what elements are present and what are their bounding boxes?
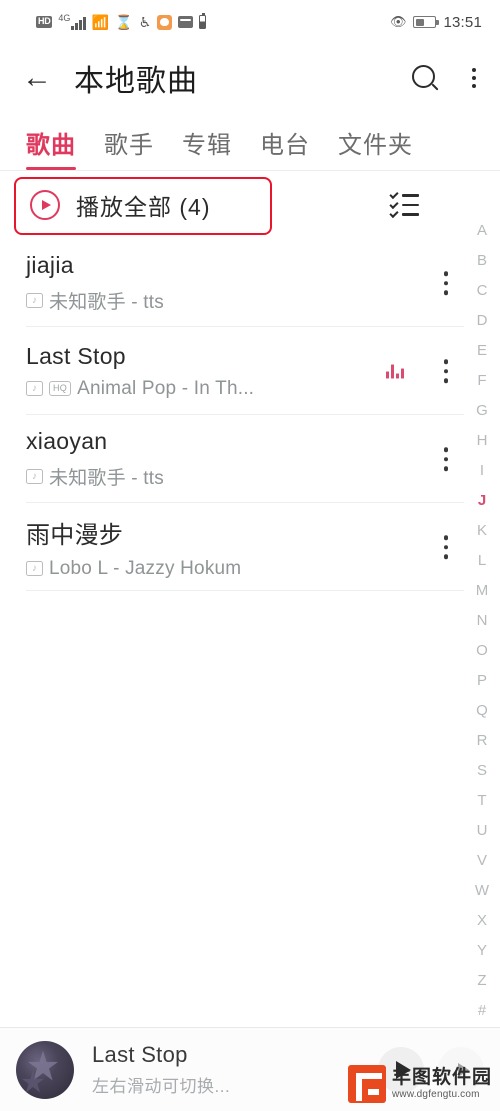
status-bar-clock: 13:51 — [443, 13, 482, 31]
back-arrow-icon[interactable]: ← — [20, 61, 54, 95]
app-bar-actions — [412, 64, 480, 92]
watermark-url: www.dgfengtu.com — [391, 1088, 480, 1100]
accessibility-icon: ♿ — [138, 14, 152, 30]
song-artist: Animal Pop - In Th... — [77, 377, 255, 399]
alpha-index-letter[interactable]: I — [480, 456, 484, 486]
alphabet-index-scrollbar[interactable]: A B C D E F G H I J K L M N O P Q R S T U V W X Y Z # — [464, 216, 500, 1026]
wifi-icon: 📶 — [91, 14, 110, 30]
eye-comfort-icon: 👁 — [389, 14, 407, 29]
alpha-index-letter[interactable]: D — [477, 306, 488, 336]
battery-icon — [413, 16, 439, 28]
song-subtitle: HQ Animal Pop - In Th... — [26, 378, 446, 400]
watermark-text: 丰图软件园 www.dgfengtu.com — [391, 1066, 492, 1100]
song-menu-icon[interactable] — [438, 441, 455, 477]
song-title: Last Stop — [26, 342, 126, 369]
status-bar-left-icons: HD 4G 📶 ⌛ ♿ — [36, 13, 207, 30]
alpha-index-letter[interactable]: M — [476, 576, 489, 606]
watermark: 丰图软件园 www.dgfengtu.com — [347, 1065, 492, 1103]
song-menu-icon[interactable] — [438, 529, 455, 565]
alpha-index-letter[interactable]: P — [477, 666, 487, 696]
multi-select-list-icon[interactable] — [389, 189, 420, 219]
alpha-index-letter[interactable]: K — [477, 516, 487, 546]
song-title: xiaoyan — [26, 428, 108, 454]
now-playing-equalizer-icon — [386, 364, 404, 379]
alpha-index-letter[interactable]: A — [477, 216, 487, 246]
alpha-index-letter[interactable]: J — [478, 486, 486, 516]
tab-albums[interactable]: 专辑 — [182, 125, 232, 170]
song-subtitle: Lobo L - Jazzy Hokum — [26, 558, 446, 580]
song-menu-icon[interactable] — [438, 353, 455, 389]
hd-badge: HD — [36, 16, 53, 28]
alpha-index-letter[interactable]: S — [477, 756, 487, 786]
watermark-logo-icon — [347, 1065, 386, 1103]
signal-strength-bars — [71, 17, 86, 30]
alpha-index-letter[interactable]: Y — [477, 936, 487, 966]
tab-artists[interactable]: 歌手 — [104, 125, 154, 170]
status-bar: HD 4G 📶 ⌛ ♿ 👁 13:51 — [0, 0, 500, 44]
play-all-section: 播放全部 (4) — [0, 171, 500, 239]
song-subtitle: 未知歌手 - tts — [26, 463, 446, 490]
watermark-name: 丰图软件园 — [391, 1066, 492, 1088]
alpha-index-letter[interactable]: G — [476, 396, 488, 426]
song-title: jiajia — [26, 252, 74, 278]
annotation-highlight-box — [14, 177, 272, 235]
tab-bar: 歌曲 歌手 专辑 电台 文件夹 — [0, 112, 500, 170]
status-bar-right-icons: 👁 13:51 — [390, 14, 482, 31]
alpha-index-letter[interactable]: O — [476, 636, 488, 666]
alpha-index-letter[interactable]: C — [477, 276, 488, 306]
tab-folders[interactable]: 文件夹 — [338, 125, 413, 170]
alpha-index-letter[interactable]: Z — [477, 966, 486, 996]
list-item[interactable]: xiaoyan 未知歌手 - tts — [0, 415, 500, 503]
hq-badge: HQ — [49, 381, 72, 396]
search-icon[interactable] — [412, 65, 438, 91]
song-subtitle: 未知歌手 - tts — [26, 287, 446, 314]
network-type-label: 4G — [58, 13, 71, 23]
mini-player-title: Last Stop — [92, 1042, 188, 1067]
song-artist: 未知歌手 - tts — [49, 292, 164, 313]
orange-app-icon — [157, 14, 173, 30]
mini-player-hint: 左右滑动可切换... — [92, 1077, 231, 1096]
song-list: jiajia 未知歌手 - tts Last Stop HQ Animal Po… — [0, 239, 500, 591]
local-file-icon — [26, 561, 43, 576]
tab-songs[interactable]: 歌曲 — [26, 125, 76, 170]
song-artist: Lobo L - Jazzy Hokum — [49, 557, 242, 579]
song-title: 雨中漫步 — [26, 521, 124, 549]
tab-radio[interactable]: 电台 — [260, 125, 310, 170]
song-artist: 未知歌手 - tts — [49, 468, 164, 489]
hourglass-icon: ⌛ — [115, 14, 133, 30]
alpha-index-letter[interactable]: U — [477, 816, 488, 846]
list-item[interactable]: 雨中漫步 Lobo L - Jazzy Hokum — [0, 503, 500, 591]
alpha-index-letter[interactable]: V — [477, 846, 487, 876]
signal-bars-icon: 4G — [58, 14, 86, 30]
alpha-index-letter[interactable]: X — [477, 906, 487, 936]
alpha-index-letter[interactable]: Q — [476, 696, 488, 726]
list-item[interactable]: jiajia 未知歌手 - tts — [0, 239, 500, 327]
local-file-icon — [26, 293, 43, 308]
small-battery-icon — [199, 13, 207, 29]
page-title: 本地歌曲 — [74, 65, 198, 98]
mail-app-icon — [178, 16, 194, 28]
alpha-index-letter[interactable]: L — [478, 546, 486, 576]
alpha-index-letter[interactable]: H — [477, 426, 488, 456]
list-item[interactable]: Last Stop HQ Animal Pop - In Th... — [0, 327, 500, 415]
local-file-icon — [26, 381, 43, 396]
album-art-thumbnail[interactable] — [16, 1040, 74, 1099]
alpha-index-letter[interactable]: F — [477, 366, 486, 396]
mini-player-meta: Last Stop 左右滑动可切换... — [92, 1042, 230, 1097]
alpha-index-letter[interactable]: B — [477, 246, 487, 276]
alpha-index-letter[interactable]: E — [477, 336, 487, 366]
local-file-icon — [26, 469, 43, 484]
alpha-index-letter[interactable]: R — [477, 726, 488, 756]
alpha-index-letter[interactable]: T — [477, 786, 486, 816]
alpha-index-letter[interactable]: # — [478, 996, 486, 1026]
music-app-screen: HD 4G 📶 ⌛ ♿ 👁 13:51 ← 本地歌曲 歌曲 歌手 专辑 电台 文… — [0, 0, 500, 1111]
alpha-index-letter[interactable]: N — [477, 606, 488, 636]
more-vertical-icon[interactable] — [468, 64, 480, 92]
song-menu-icon[interactable] — [438, 265, 455, 301]
app-bar: ← 本地歌曲 — [0, 44, 500, 112]
alpha-index-letter[interactable]: W — [475, 876, 489, 906]
